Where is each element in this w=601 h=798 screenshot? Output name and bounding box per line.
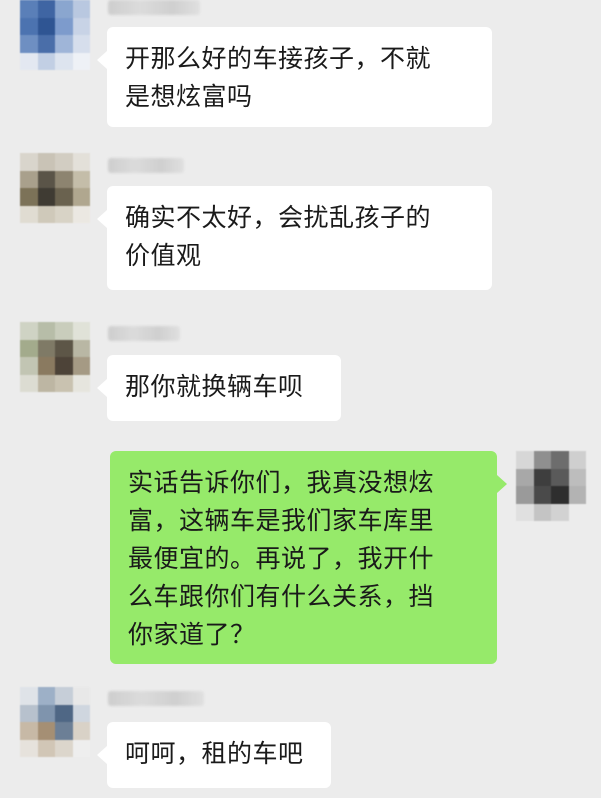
avatar-pixel bbox=[20, 739, 38, 757]
avatar-pixel bbox=[20, 687, 38, 705]
avatar-pixel bbox=[20, 205, 38, 223]
message-bubble-outgoing[interactable]: 实话告诉你们，我真没想炫 富，这辆车是我们家车库里 最便宜的。再说了，我开什 么… bbox=[110, 451, 507, 664]
avatar-pixel bbox=[37, 722, 55, 740]
avatar-pixel bbox=[55, 704, 73, 722]
avatar-pixel bbox=[55, 52, 73, 70]
avatar-pixel bbox=[533, 451, 551, 469]
avatar-pixel bbox=[55, 0, 73, 18]
avatar[interactable] bbox=[20, 322, 90, 392]
avatar-pixel bbox=[55, 722, 73, 740]
avatar-pixel bbox=[72, 374, 90, 392]
avatar-pixel bbox=[55, 205, 73, 223]
avatar-pixel bbox=[516, 468, 534, 486]
avatar-pixel bbox=[37, 322, 55, 340]
avatar-pixel bbox=[55, 17, 73, 35]
avatar-pixel bbox=[551, 468, 569, 486]
avatar-pixel bbox=[37, 339, 55, 357]
avatar-pixel bbox=[72, 704, 90, 722]
avatar-pixel bbox=[72, 739, 90, 757]
avatar-pixel bbox=[551, 451, 569, 469]
avatar-pixel bbox=[72, 52, 90, 70]
avatar-pixel bbox=[37, 0, 55, 18]
avatar-pixel bbox=[20, 704, 38, 722]
sender-name-blurred bbox=[108, 326, 180, 341]
avatar-pixel bbox=[72, 0, 90, 18]
avatar-pixel bbox=[72, 687, 90, 705]
sender-name-blurred bbox=[108, 0, 200, 15]
avatar-pixel bbox=[37, 374, 55, 392]
avatar-pixel bbox=[72, 322, 90, 340]
avatar-pixel bbox=[568, 468, 586, 486]
avatar-pixel bbox=[55, 687, 73, 705]
avatar-pixel bbox=[72, 35, 90, 53]
avatar[interactable] bbox=[20, 0, 90, 70]
avatar-pixel bbox=[551, 503, 569, 521]
avatar-pixel bbox=[20, 170, 38, 188]
avatar-pixel bbox=[72, 17, 90, 35]
message-bubble[interactable]: 确实不太好，会扰乱孩子的 价值观 bbox=[97, 186, 492, 290]
avatar-pixel bbox=[55, 35, 73, 53]
avatar[interactable] bbox=[20, 153, 90, 223]
avatar-pixel bbox=[55, 170, 73, 188]
avatar-pixel bbox=[37, 687, 55, 705]
avatar-pixel bbox=[568, 451, 586, 469]
avatar-pixel bbox=[55, 188, 73, 206]
sender-name-blurred bbox=[108, 691, 204, 706]
avatar-pixel bbox=[37, 739, 55, 757]
avatar-pixel bbox=[72, 205, 90, 223]
avatar-pixel bbox=[20, 322, 38, 340]
avatar-pixel bbox=[20, 52, 38, 70]
avatar-pixel bbox=[20, 17, 38, 35]
avatar-pixel bbox=[568, 486, 586, 504]
avatar-pixel bbox=[55, 339, 73, 357]
avatar-pixel bbox=[533, 468, 551, 486]
message-bubble[interactable]: 呵呵，租的车吧 bbox=[97, 722, 331, 788]
avatar-pixel bbox=[37, 35, 55, 53]
avatar[interactable] bbox=[516, 451, 586, 521]
avatar-pixel bbox=[72, 722, 90, 740]
avatar-pixel bbox=[516, 486, 534, 504]
avatar-pixel bbox=[20, 339, 38, 357]
avatar-pixel bbox=[516, 451, 534, 469]
avatar-pixel bbox=[516, 503, 534, 521]
avatar-pixel bbox=[20, 722, 38, 740]
avatar-pixel bbox=[20, 188, 38, 206]
avatar-pixel bbox=[37, 704, 55, 722]
avatar-pixel bbox=[55, 357, 73, 375]
avatar-pixel bbox=[37, 52, 55, 70]
avatar-pixel bbox=[37, 357, 55, 375]
avatar-pixel bbox=[533, 503, 551, 521]
avatar-pixel bbox=[37, 17, 55, 35]
avatar-pixel bbox=[72, 188, 90, 206]
avatar-pixel bbox=[55, 739, 73, 757]
avatar[interactable] bbox=[20, 687, 90, 757]
avatar-pixel bbox=[20, 357, 38, 375]
avatar-pixel bbox=[20, 374, 38, 392]
avatar-pixel bbox=[20, 35, 38, 53]
message-bubble[interactable]: 开那么好的车接孩子，不就 是想炫富吗 bbox=[97, 27, 492, 127]
avatar-pixel bbox=[37, 205, 55, 223]
avatar-pixel bbox=[72, 170, 90, 188]
avatar-pixel bbox=[37, 153, 55, 171]
avatar-pixel bbox=[55, 153, 73, 171]
avatar-pixel bbox=[568, 503, 586, 521]
avatar-pixel bbox=[37, 188, 55, 206]
avatar-pixel bbox=[20, 153, 38, 171]
avatar-pixel bbox=[72, 357, 90, 375]
avatar-pixel bbox=[551, 486, 569, 504]
chat-conversation: 开那么好的车接孩子，不就 是想炫富吗 确实不太好，会扰乱孩子的 价值观 那你就换… bbox=[0, 0, 601, 798]
message-bubble[interactable]: 那你就换辆车呗 bbox=[97, 355, 341, 421]
avatar-pixel bbox=[72, 339, 90, 357]
avatar-pixel bbox=[37, 170, 55, 188]
avatar-pixel bbox=[55, 374, 73, 392]
avatar-pixel bbox=[20, 0, 38, 18]
sender-name-blurred bbox=[108, 158, 184, 173]
avatar-pixel bbox=[533, 486, 551, 504]
avatar-pixel bbox=[72, 153, 90, 171]
avatar-pixel bbox=[55, 322, 73, 340]
